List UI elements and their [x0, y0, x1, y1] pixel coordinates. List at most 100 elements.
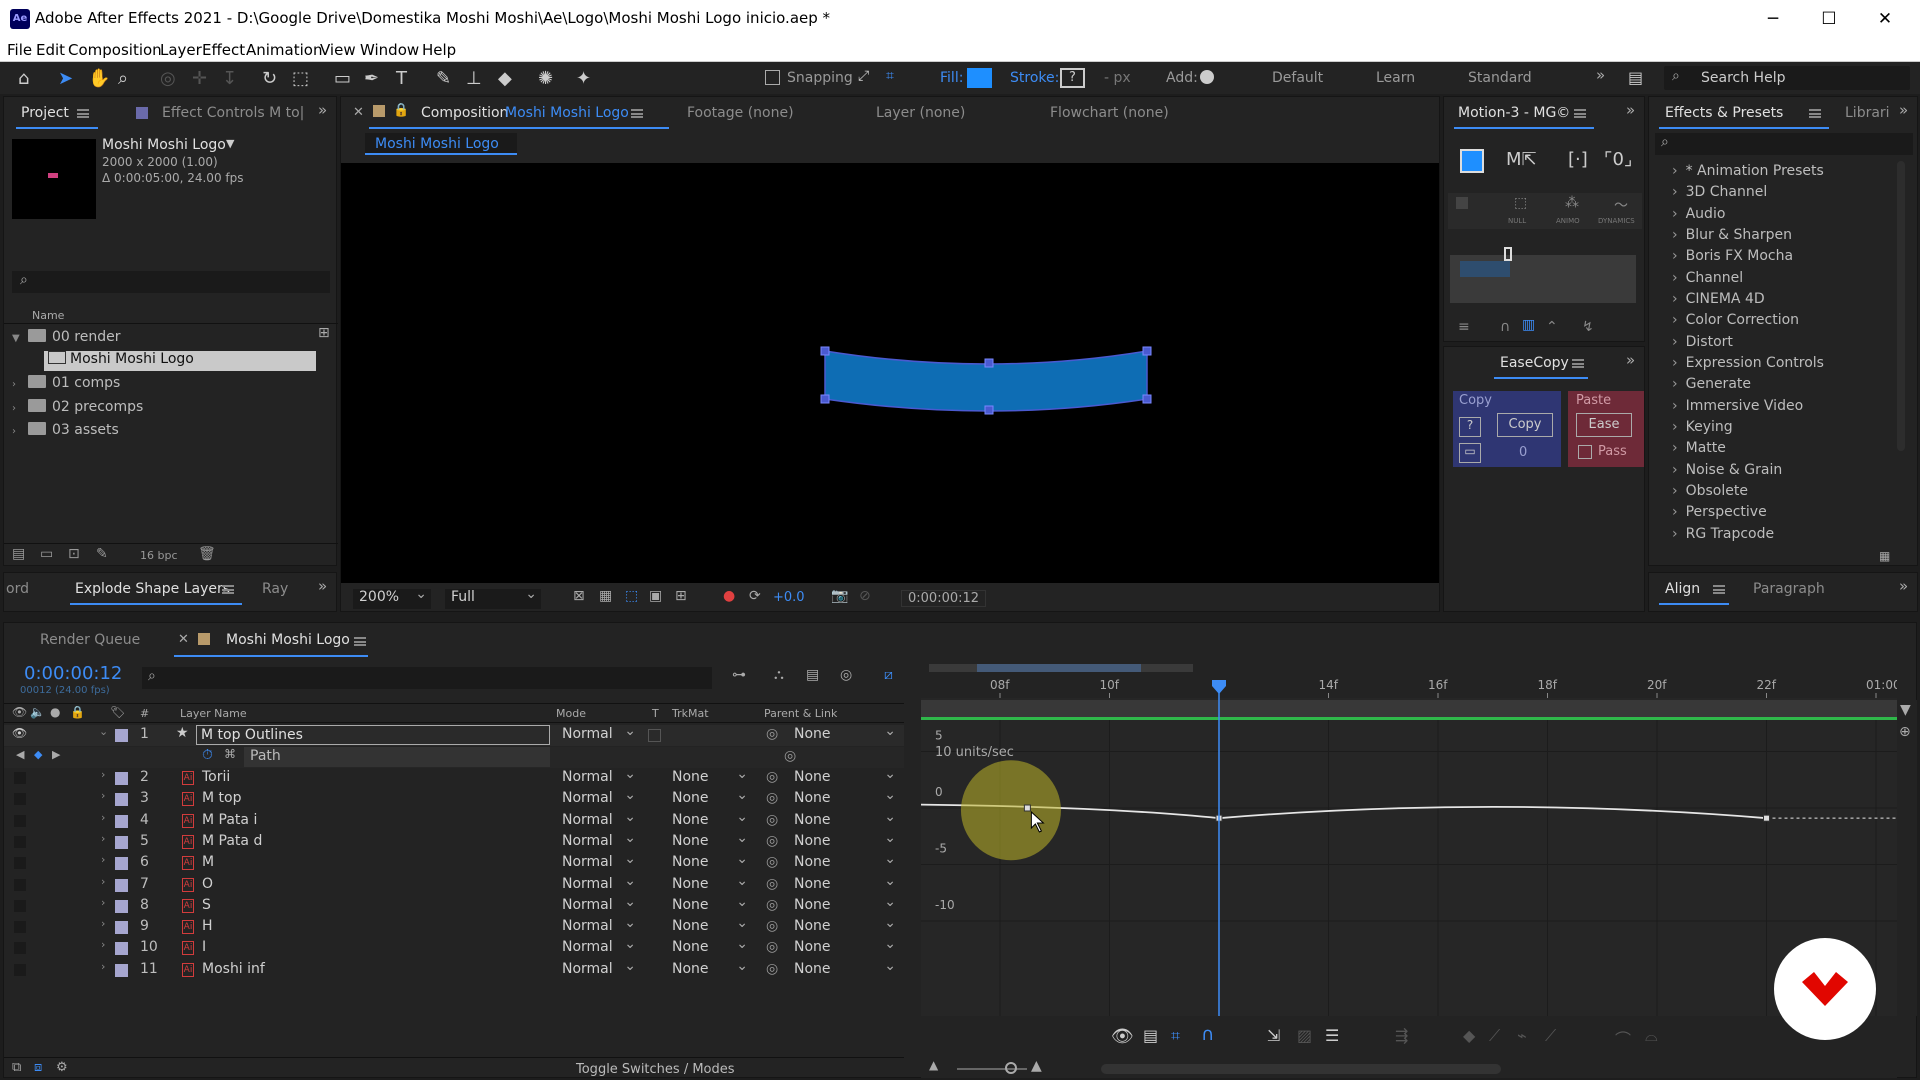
- tab-explode-shape-layers[interactable]: Explode Shape Layers: [75, 581, 230, 597]
- bit-depth[interactable]: 16 bpc: [140, 549, 178, 562]
- puppet-tool-icon[interactable]: ✦: [576, 68, 591, 89]
- zoom-out-icon[interactable]: ▲: [929, 1058, 938, 1072]
- expand-icon[interactable]: ›: [101, 789, 105, 802]
- property-row-path[interactable]: ◀ ◆ ▶ ⏱ ⌘ Path ◎: [4, 747, 904, 768]
- panel-more-icon[interactable]: »: [318, 577, 327, 595]
- draft-3d-icon[interactable]: ⛬: [774, 667, 784, 683]
- fit-all-icon[interactable]: ▨: [1297, 1026, 1312, 1045]
- null-icon[interactable]: ⬚: [1514, 195, 1527, 211]
- visibility-toggle[interactable]: [14, 835, 26, 848]
- composition-flowchart-icon[interactable]: ⊶: [732, 667, 746, 683]
- trkmat-dropdown[interactable]: None: [672, 936, 752, 959]
- motion-m-icon[interactable]: M⇱: [1506, 149, 1537, 170]
- zoom-dropdown[interactable]: 200%: [353, 586, 431, 609]
- parent-dropdown[interactable]: None: [794, 936, 900, 959]
- graph-scroll-icon[interactable]: ▼: [1900, 702, 1911, 718]
- graph-editor[interactable]: 08f 10f 14f 16f 18f 20f 22f 01:00f 5 0 -5 -10 10 uni…: [917, 660, 1906, 1016]
- tab-ray[interactable]: Ray: [262, 581, 288, 597]
- effect-category[interactable]: Color Correction: [1672, 312, 1799, 328]
- pen-tool-icon[interactable]: ✒: [364, 68, 379, 89]
- new-composition-icon[interactable]: ⊡: [68, 546, 80, 562]
- transfer-controls-icon[interactable]: ⧈: [34, 1060, 42, 1075]
- tab-flowchart[interactable]: Flowchart (none): [1050, 105, 1169, 121]
- project-search-input[interactable]: ⌕: [12, 271, 330, 293]
- mode-dropdown[interactable]: Normal: [562, 936, 640, 959]
- exposure-value[interactable]: +0.0: [773, 590, 805, 605]
- eraser-tool-icon[interactable]: ◆: [498, 68, 512, 89]
- effect-category[interactable]: Boris FX Mocha: [1672, 248, 1793, 264]
- resolution-dropdown[interactable]: Full: [445, 586, 541, 609]
- tab-easecopy[interactable]: EaseCopy: [1500, 355, 1569, 371]
- help-button[interactable]: ?: [1459, 417, 1481, 437]
- menu-animation[interactable]: Animation: [246, 41, 322, 59]
- effects-search-input[interactable]: ⌕: [1655, 133, 1913, 155]
- layer-row[interactable]: › 11 Ai Moshi inf Normal None ◎ None: [4, 958, 904, 981]
- effect-category[interactable]: * Animation Presets: [1672, 163, 1824, 179]
- tab-composition-label[interactable]: Composition: [421, 105, 508, 121]
- comp-viewport[interactable]: [341, 163, 1439, 583]
- menu-help[interactable]: Help: [422, 41, 456, 59]
- easing-handle[interactable]: [1504, 247, 1512, 261]
- trkmat-dropdown[interactable]: None: [672, 787, 752, 810]
- effects-menu-icon[interactable]: [1809, 109, 1821, 118]
- pick-whip-icon[interactable]: ◎: [766, 769, 778, 785]
- mode-dropdown[interactable]: Normal: [562, 787, 640, 810]
- workspace-learn[interactable]: Learn: [1376, 70, 1415, 86]
- layer-row[interactable]: › 5 Ai M Pata d Normal None ◎ None: [4, 830, 904, 853]
- effect-category[interactable]: Immersive Video: [1672, 398, 1804, 414]
- panel-more-icon[interactable]: »: [318, 101, 327, 119]
- frame-blending-icon[interactable]: ▤: [806, 667, 819, 683]
- project-menu-icon[interactable]: [77, 109, 89, 118]
- copy-button[interactable]: Copy: [1497, 413, 1553, 437]
- layer-row[interactable]: › 3 Ai M top Normal None ◎ None: [4, 787, 904, 810]
- snapping-checkbox[interactable]: [765, 70, 780, 85]
- workspace-standard[interactable]: Standard: [1468, 70, 1532, 86]
- graph-show-properties-icon[interactable]: 👁: [1111, 1026, 1134, 1047]
- mode-dropdown[interactable]: Normal: [562, 958, 640, 981]
- parent-dropdown[interactable]: None: [794, 873, 900, 896]
- pick-whip-icon[interactable]: ◎: [766, 790, 778, 806]
- motion-up-icon[interactable]: ⌃: [1546, 319, 1558, 335]
- roto-brush-tool-icon[interactable]: ✺: [538, 68, 553, 89]
- maximize-icon[interactable]: ☐: [1806, 6, 1852, 32]
- project-item-00-render[interactable]: ▼ 00 render: [12, 329, 120, 349]
- visibility-toggle[interactable]: [14, 942, 26, 955]
- expand-icon[interactable]: ›: [101, 896, 105, 909]
- parent-dropdown[interactable]: None: [794, 958, 900, 981]
- visibility-toggle[interactable]: [14, 963, 26, 976]
- stroke-swatch[interactable]: ?: [1060, 68, 1085, 88]
- close-comp-tab-icon[interactable]: ✕: [353, 105, 364, 120]
- graph-editor-canvas[interactable]: 08f 10f 14f 16f 18f 20f 22f 01:00f 5 0 -5 -10 10 uni…: [917, 660, 1906, 1016]
- layer-row[interactable]: › 9 Ai H Normal None ◎ None: [4, 915, 904, 938]
- ease-button[interactable]: Ease: [1576, 413, 1632, 437]
- parent-dropdown[interactable]: None: [794, 723, 900, 746]
- lock-icon[interactable]: 🔒: [393, 103, 409, 118]
- add-property-icon[interactable]: [1200, 70, 1214, 84]
- tab-paragraph[interactable]: Paragraph: [1753, 581, 1825, 597]
- project-item-02-precomps[interactable]: › 02 precomps: [12, 399, 143, 419]
- effect-category[interactable]: Audio: [1672, 206, 1726, 222]
- label-color[interactable]: [115, 814, 128, 828]
- motion-blur-icon[interactable]: ◎: [840, 667, 852, 683]
- layer-row[interactable]: › 6 Ai M Normal None ◎ None: [4, 851, 904, 874]
- workspaces-more-icon[interactable]: »: [1596, 66, 1605, 84]
- trkmat-dropdown[interactable]: None: [672, 766, 752, 789]
- motion-easing-graph[interactable]: [1450, 247, 1636, 303]
- effect-category[interactable]: Obsolete: [1672, 483, 1748, 499]
- fast-preview-icon[interactable]: ⊠: [573, 588, 585, 604]
- mode-dropdown[interactable]: Normal: [562, 723, 640, 746]
- label-column-icon[interactable]: 🏷: [110, 705, 125, 719]
- effect-category[interactable]: Matte: [1672, 440, 1726, 456]
- new-folder-icon[interactable]: ▭: [40, 546, 53, 562]
- auto-bezier-icon[interactable]: ⌁: [1517, 1026, 1527, 1045]
- layer-name[interactable]: H: [202, 918, 213, 934]
- channels-icon[interactable]: ●: [723, 588, 735, 604]
- layer-switches-icon[interactable]: ⧉: [12, 1060, 21, 1075]
- motion-ease-in-icon[interactable]: ∩: [1500, 319, 1510, 335]
- motion-menu-icon[interactable]: [1574, 109, 1586, 118]
- tab-partial[interactable]: ord: [6, 581, 29, 597]
- pick-whip-icon[interactable]: ◎: [766, 918, 778, 934]
- mode-dropdown[interactable]: Normal: [562, 873, 640, 896]
- interpret-footage-icon[interactable]: ▤: [12, 546, 25, 562]
- search-help-box[interactable]: ⌕ Search Help: [1664, 66, 1910, 90]
